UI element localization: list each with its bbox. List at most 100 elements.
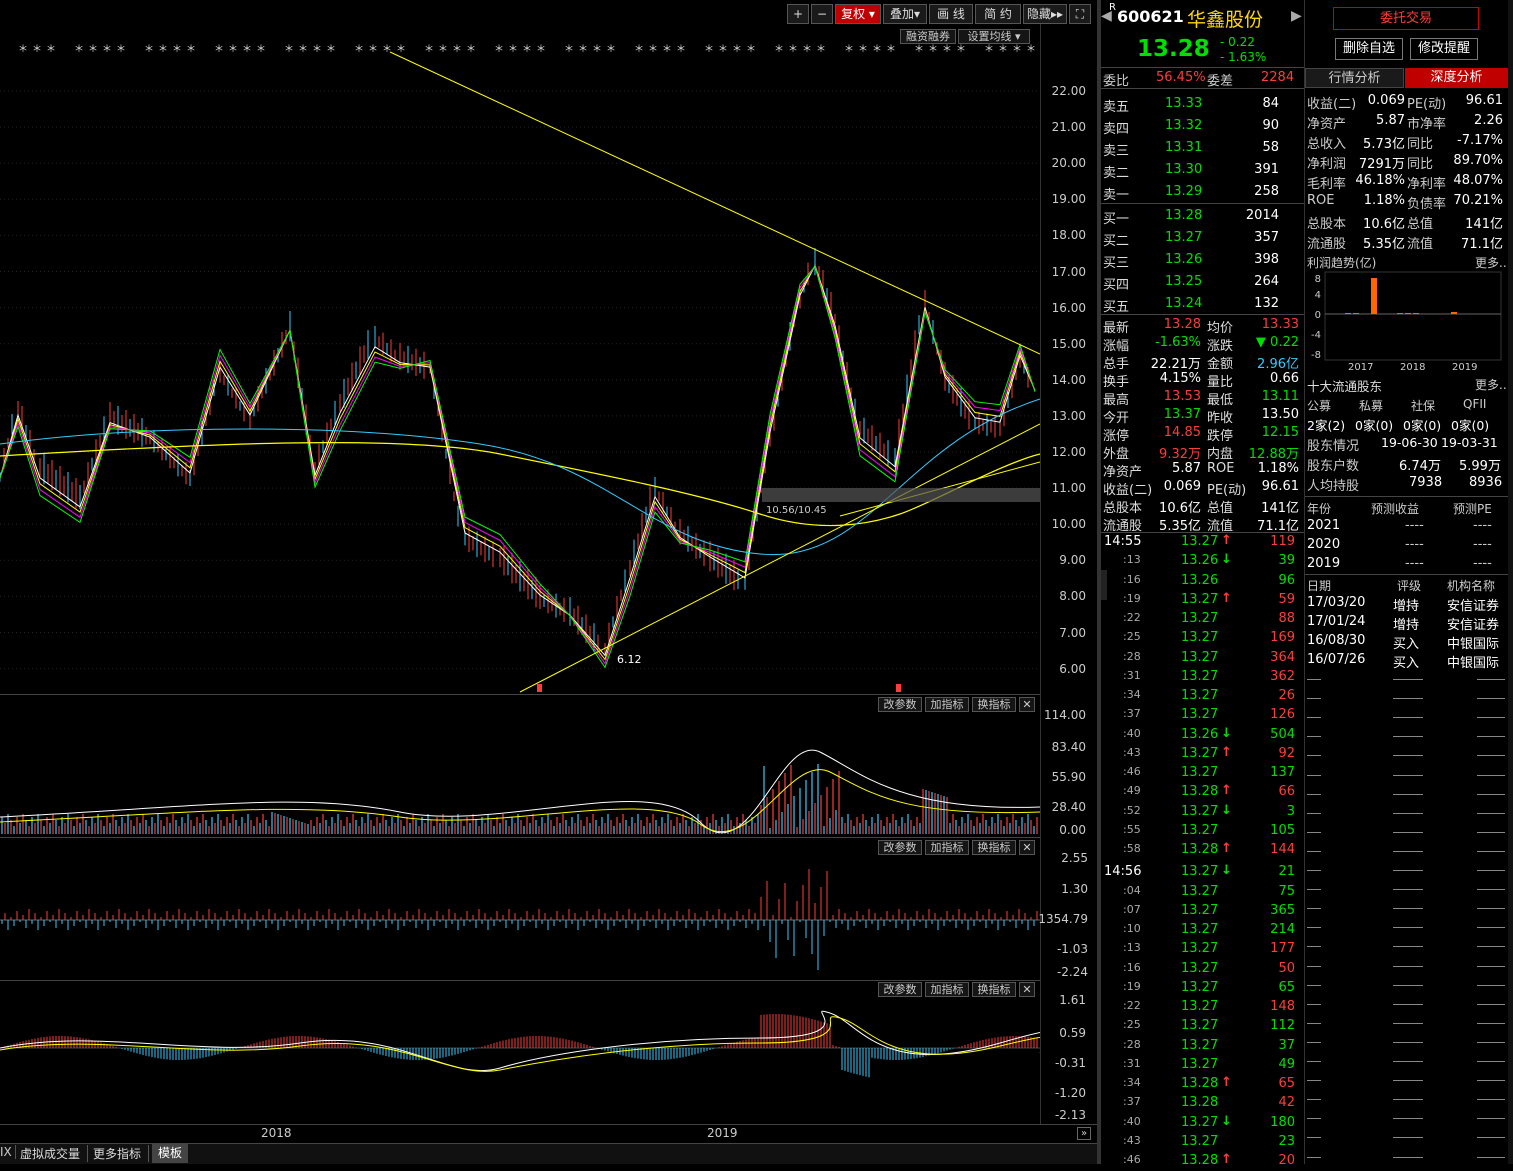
empty-rating-dash: [1307, 946, 1321, 948]
signal-marker: ＊: [494, 44, 504, 55]
y-tick-label: 8.00: [1059, 589, 1086, 604]
profit-more-link[interactable]: 更多..: [1475, 254, 1507, 271]
fin-value: 48.07%: [1453, 173, 1503, 188]
tick-time: :46: [1123, 1153, 1141, 1166]
profit-trend-chart[interactable]: 8 4 0 -4 -8 2017 2018 2019: [1305, 270, 1508, 375]
ind-params-button[interactable]: 改参数: [878, 840, 922, 855]
ind-tick-label: 1354.79: [1038, 912, 1088, 926]
stat-value: 12.15: [1261, 425, 1299, 440]
signal-marker: ＊: [746, 44, 756, 55]
ind-add-button[interactable]: 加指标: [925, 840, 969, 855]
kline-chart[interactable]: 10.56/10.45 6.12 ＊ ＊ ＊ ＊ ＊ ＊ ＊ ＊ ＊ ＊ ＊ ＊ ＊ ＊ ＊ ＊ ＊ ＊ ＊ ＊ ＊ ＊ ＊ ＊ ＊…: [0, 24, 1040, 694]
macd-params-button[interactable]: 改参数: [878, 982, 922, 997]
tab-deep-analysis[interactable]: 深度分析: [1405, 68, 1508, 88]
vol-add-button[interactable]: 加指标: [925, 697, 969, 712]
vol-switch-button[interactable]: 换指标: [972, 697, 1016, 712]
indicator-chart[interactable]: [0, 855, 1040, 979]
profit-axis-label: 0: [1315, 310, 1321, 321]
ind-switch-button[interactable]: 换指标: [972, 840, 1016, 855]
order-label: 买四: [1103, 278, 1130, 293]
edit-remind-button[interactable]: 修改提醒: [1410, 38, 1478, 60]
signal-marker: ＊: [368, 44, 378, 55]
draw-line-button[interactable]: 画 线: [929, 4, 973, 24]
signal-marker: ＊: [172, 44, 182, 55]
top10-more-link[interactable]: 更多..: [1475, 376, 1507, 393]
macd-add-button[interactable]: 加指标: [925, 982, 969, 997]
hide-button[interactable]: 隐藏▸▸: [1023, 4, 1067, 24]
macd-switch-button[interactable]: 换指标: [972, 982, 1016, 997]
tick-arrow-icon: ↑: [1221, 533, 1232, 548]
fin-row: 总收入 5.73亿 同比 -7.17%: [1305, 130, 1508, 152]
signal-marker: ＊: [158, 44, 168, 55]
stat-row: 总手 22.21万 金额 2.96亿: [1101, 352, 1304, 372]
empty-rating-dash: [1307, 793, 1321, 795]
volume-chart[interactable]: [0, 712, 1040, 836]
tab-virtual-volume[interactable]: 虚拟成交量: [20, 1145, 88, 1162]
y-tick-label: 21.00: [1051, 120, 1086, 135]
chart-area[interactable]: + − 复权 ▾ 叠加▾ 画 线 简 约 隐藏▸▸ ⛶ 融资融券 设置均线 ▾ …: [0, 0, 1097, 1164]
rating-cell: 17/01/24: [1307, 614, 1366, 629]
sep: [1101, 203, 1304, 204]
tick-price: 13.27: [1181, 902, 1219, 918]
rating-cell: 增持: [1393, 599, 1420, 614]
signal-marker: ＊: [298, 44, 308, 55]
fin-value: -7.17%: [1457, 133, 1503, 148]
order-volume: 264: [1254, 274, 1279, 289]
zoom-in-button[interactable]: +: [787, 4, 809, 24]
tab-market-analysis[interactable]: 行情分析: [1305, 68, 1404, 88]
signal-marker: ＊: [1026, 44, 1036, 55]
signal-marker: ＊: [116, 44, 126, 55]
fuquan-button[interactable]: 复权 ▾: [835, 4, 881, 24]
empty-rating-dash: [1307, 831, 1321, 833]
rating-cell: 中银国际: [1447, 656, 1500, 671]
tick-row: :31 13.27 49: [1101, 1056, 1304, 1075]
vol-params-button[interactable]: 改参数: [878, 697, 922, 712]
order-price: 13.32: [1165, 118, 1203, 133]
empty-rating-dash: [1477, 736, 1505, 738]
signal-marker: ＊: [858, 44, 868, 55]
tick-row: :49 13.28 ↑ 66: [1101, 783, 1304, 802]
tick-scrollbar[interactable]: [1101, 570, 1107, 600]
tick-volume: 214: [1270, 922, 1295, 937]
tab-ix[interactable]: IX: [0, 1145, 16, 1159]
tick-volume: 49: [1278, 1056, 1295, 1072]
macd-chart[interactable]: [0, 998, 1040, 1122]
empty-rating-dash: [1307, 1156, 1321, 1158]
tick-price: 13.26: [1181, 572, 1219, 588]
empty-rating-dash: [1477, 927, 1505, 929]
scroll-right-icon[interactable]: »: [1077, 1127, 1091, 1140]
tick-volume: 148: [1270, 999, 1295, 1014]
next-stock-icon[interactable]: ▶: [1291, 8, 1302, 24]
trade-button[interactable]: 委托交易: [1333, 7, 1479, 30]
ma20-line: [0, 264, 1036, 665]
empty-rating-dash: [1307, 755, 1321, 757]
tick-price: 13.27: [1181, 803, 1219, 819]
tab-template[interactable]: 模板: [152, 1144, 188, 1163]
delete-watch-button[interactable]: 删除自选: [1335, 38, 1403, 60]
ind-close-icon[interactable]: ✕: [1019, 840, 1035, 855]
x-axis: [0, 1124, 1097, 1142]
empty-rating-dash: [1307, 1041, 1321, 1043]
signal-marker: ＊: [676, 44, 686, 55]
low-label: 6.12: [617, 653, 642, 666]
empty-rating-dash: [1307, 984, 1321, 986]
order-volume: 84: [1262, 96, 1279, 111]
empty-rating-dash: [1393, 698, 1423, 700]
tab-more-indicators[interactable]: 更多指标: [93, 1145, 149, 1162]
right-scrollbar[interactable]: [1508, 0, 1513, 1164]
empty-rating-dash: [1307, 812, 1321, 814]
empty-rating-dash: [1393, 908, 1423, 910]
empty-rating-dash: [1393, 793, 1423, 795]
signal-marker: ＊: [634, 44, 644, 55]
order-price: 13.30: [1165, 162, 1203, 177]
empty-rating-dash: [1393, 1003, 1423, 1005]
vol-close-icon[interactable]: ✕: [1019, 697, 1035, 712]
overlay-button[interactable]: 叠加▾: [883, 4, 927, 24]
simple-button[interactable]: 简 约: [975, 4, 1021, 24]
empty-rating-dash: [1477, 984, 1505, 986]
fullscreen-icon[interactable]: ⛶: [1069, 4, 1091, 24]
macd-close-icon[interactable]: ✕: [1019, 982, 1035, 997]
tick-price: 13.27: [1181, 765, 1219, 780]
weicha-label: 委差: [1207, 74, 1234, 89]
zoom-out-button[interactable]: −: [811, 4, 833, 24]
